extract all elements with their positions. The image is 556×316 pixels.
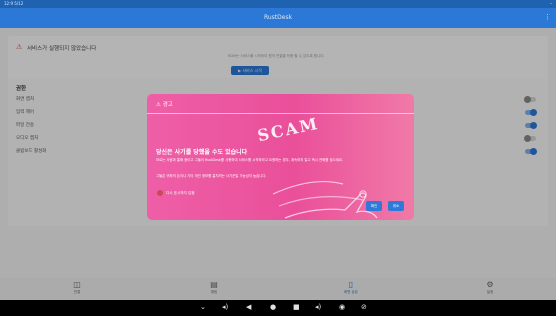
volume-down-icon[interactable]: ◂) — [222, 303, 228, 311]
back-icon[interactable]: ◀ — [246, 303, 251, 311]
dialog-heading: 당신은 사기를 당했을 수도 있습니다 — [156, 149, 248, 156]
hand-pointer-icon — [272, 181, 378, 219]
more-menu-icon[interactable]: ⋮ — [544, 13, 551, 21]
dont-show-again-checkbox[interactable] — [157, 190, 163, 196]
dialog-divider — [147, 113, 414, 114]
system-navigation-bar: ⌄ ◂) ◀ ● ■ ◂) ◉ ⊘ — [0, 300, 556, 316]
home-icon[interactable]: ● — [270, 303, 276, 311]
block-icon[interactable]: ⊘ — [361, 303, 367, 311]
volume-up-icon[interactable]: ◂) — [315, 303, 321, 311]
dialog-paragraph-1: 모르는 사람과 통화 중이고 그들이 RustDesk를 사용하여 서비스를 시… — [156, 158, 344, 162]
dont-show-again-label: 다시 표시하지 않음 — [166, 191, 195, 195]
warning-icon: ⚠ — [156, 102, 161, 108]
camera-icon[interactable]: ◉ — [339, 303, 345, 311]
confirm-button[interactable]: 확인 — [366, 201, 382, 211]
dialog-title: ⚠ 경고 — [156, 100, 173, 108]
scam-stamp: SCAM — [255, 113, 321, 146]
status-bar: 12:9 5/12 ·· — [0, 0, 556, 8]
status-system-icons: ·· — [549, 1, 552, 6]
cancel-button[interactable]: 취소 — [388, 201, 404, 211]
app-title: RustDesk — [263, 14, 293, 21]
scam-warning-dialog: ⚠ 경고 SCAM 당신은 사기를 당했을 수도 있습니다 모르는 사람과 통화… — [147, 94, 414, 220]
collapse-icon[interactable]: ⌄ — [200, 303, 206, 311]
dialog-title-text: 경고 — [162, 102, 173, 108]
status-time: 12:9 5/12 — [4, 1, 24, 6]
app-bar: RustDesk ⋮ — [0, 8, 556, 28]
recents-icon[interactable]: ■ — [293, 303, 300, 311]
